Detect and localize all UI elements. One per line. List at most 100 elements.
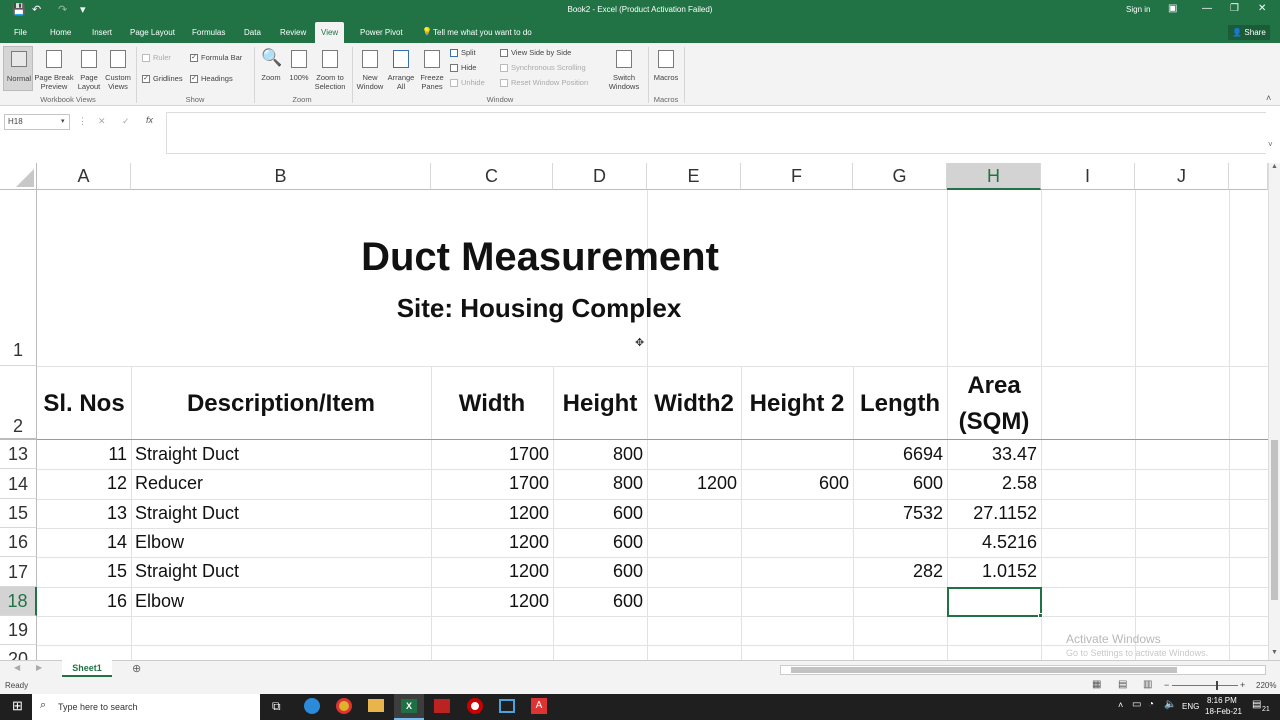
cell-height2[interactable] bbox=[741, 440, 853, 469]
header-width2[interactable]: Width2 bbox=[647, 390, 741, 418]
header-sqm[interactable]: (SQM) bbox=[947, 408, 1041, 436]
normal-view-button[interactable]: Normal bbox=[3, 46, 33, 91]
prev-sheet-icon[interactable]: ◀ bbox=[14, 663, 20, 672]
col-header-c[interactable]: C bbox=[431, 163, 553, 190]
formula-options-icon[interactable]: ⋮ bbox=[78, 116, 87, 127]
taskbar-search[interactable]: ⌕ Type here to search bbox=[32, 694, 260, 720]
record-icon[interactable] bbox=[467, 698, 483, 714]
restore-icon[interactable]: ❐ bbox=[1230, 3, 1239, 14]
col-header-h[interactable]: H bbox=[947, 163, 1041, 190]
col-header-a[interactable]: A bbox=[37, 163, 131, 190]
header-area[interactable]: Area bbox=[947, 372, 1041, 400]
scroll-down-icon[interactable]: ▼ bbox=[1271, 649, 1278, 656]
cell-area[interactable]: 33.47 bbox=[947, 440, 1041, 469]
ribbon-display-icon[interactable]: ▣ bbox=[1168, 3, 1177, 14]
zoom-slider[interactable] bbox=[1172, 685, 1238, 686]
header-sl-nos[interactable]: Sl. Nos bbox=[37, 390, 131, 418]
vertical-scrollbar[interactable]: ▲ ▼ bbox=[1268, 163, 1280, 660]
cell-area[interactable]: 27.1152 bbox=[947, 499, 1041, 528]
cell-width[interactable]: 1200 bbox=[431, 528, 553, 557]
tab-home[interactable]: Home bbox=[44, 22, 77, 43]
sheet-subtitle[interactable]: Site: Housing Complex bbox=[370, 293, 708, 324]
col-header-d[interactable]: D bbox=[553, 163, 647, 190]
fill-handle[interactable] bbox=[1038, 613, 1043, 618]
cell-height2[interactable] bbox=[741, 528, 853, 557]
header-height[interactable]: Height bbox=[553, 390, 647, 418]
task-view-icon[interactable]: ⧉ bbox=[272, 699, 281, 714]
scroll-up-icon[interactable]: ▲ bbox=[1271, 163, 1278, 170]
cell-area[interactable]: 4.5216 bbox=[947, 528, 1041, 557]
show-hidden-icons-icon[interactable]: ˄ bbox=[1118, 700, 1123, 710]
cell-width[interactable]: 1200 bbox=[431, 557, 553, 586]
synchronous-scrolling-button[interactable]: Synchronous Scrolling bbox=[500, 63, 586, 73]
cell-width2[interactable] bbox=[647, 528, 741, 557]
scroll-thumb[interactable] bbox=[1271, 440, 1278, 600]
unhide-button[interactable]: Unhide bbox=[450, 78, 485, 88]
horizontal-scrollbar[interactable] bbox=[780, 665, 1266, 675]
row-header-20[interactable]: 20 bbox=[0, 645, 37, 660]
cell-sl-no[interactable]: 16 bbox=[37, 587, 131, 616]
cell-width[interactable]: 1200 bbox=[431, 587, 553, 616]
app2-icon[interactable] bbox=[499, 699, 515, 713]
collapse-ribbon-icon[interactable]: ˄ bbox=[1266, 93, 1271, 103]
chrome-icon[interactable] bbox=[336, 698, 352, 714]
cell-height[interactable]: 600 bbox=[553, 587, 647, 616]
tab-file[interactable]: File bbox=[8, 22, 33, 43]
cell-area[interactable]: 2.58 bbox=[947, 469, 1041, 498]
arrange-all-button[interactable]: Arrange All bbox=[387, 46, 415, 91]
header-length[interactable]: Length bbox=[853, 390, 947, 418]
tab-page-layout[interactable]: Page Layout bbox=[124, 22, 181, 43]
cell-height2[interactable]: 600 bbox=[741, 469, 853, 498]
formula-bar-checkbox[interactable]: ✓ Formula Bar bbox=[190, 53, 242, 63]
clock-date[interactable]: 18-Feb-21 bbox=[1205, 707, 1242, 716]
cell-description[interactable]: Elbow bbox=[131, 528, 431, 557]
close-icon[interactable]: ✕ bbox=[1258, 3, 1266, 14]
cell-height2[interactable] bbox=[741, 587, 853, 616]
cell-length[interactable]: 6694 bbox=[853, 440, 947, 469]
hide-button[interactable]: Hide bbox=[450, 63, 476, 73]
macros-button[interactable]: Macros bbox=[652, 46, 680, 91]
col-header-i[interactable]: I bbox=[1041, 163, 1135, 190]
ruler-checkbox[interactable]: Ruler bbox=[142, 53, 171, 63]
col-header-f[interactable]: F bbox=[741, 163, 853, 190]
col-header-b[interactable]: B bbox=[131, 163, 431, 190]
network-icon[interactable]: ▭ bbox=[1132, 699, 1141, 710]
cell-length[interactable] bbox=[853, 587, 947, 616]
sheet-title[interactable]: Duct Measurement bbox=[352, 235, 728, 280]
zoom-100-button[interactable]: 100% bbox=[286, 46, 312, 91]
acrobat-icon[interactable]: A bbox=[531, 698, 547, 714]
freeze-panes-button[interactable]: Freeze Panes bbox=[418, 46, 446, 91]
insert-function-icon[interactable]: fx bbox=[146, 115, 153, 125]
wifi-icon[interactable]: ◔ bbox=[1148, 699, 1154, 710]
page-layout-button[interactable]: Page Layout bbox=[76, 46, 102, 91]
view-side-by-side-button[interactable]: View Side by Side bbox=[500, 48, 571, 58]
normal-view-status-icon[interactable]: ▦ bbox=[1092, 679, 1101, 690]
active-cell-h18[interactable] bbox=[947, 587, 1042, 617]
next-sheet-icon[interactable]: ▶ bbox=[36, 663, 42, 672]
cell-height[interactable]: 600 bbox=[553, 499, 647, 528]
zoom-in-icon[interactable]: + bbox=[1240, 680, 1245, 690]
row-header-19[interactable]: 19 bbox=[0, 616, 37, 645]
custom-views-button[interactable]: Custom Views bbox=[104, 46, 132, 91]
cell-width[interactable]: 1700 bbox=[431, 469, 553, 498]
row-header-2[interactable]: 2 bbox=[0, 366, 37, 440]
cell-height[interactable]: 800 bbox=[553, 469, 647, 498]
cell-length[interactable] bbox=[853, 528, 947, 557]
cell-height[interactable]: 600 bbox=[553, 528, 647, 557]
notification-icon[interactable]: ▤ bbox=[1252, 699, 1261, 710]
expand-formula-bar-icon[interactable]: ˅ bbox=[1268, 140, 1273, 149]
col-header-j[interactable]: J bbox=[1135, 163, 1229, 190]
tab-data[interactable]: Data bbox=[238, 22, 267, 43]
reset-window-position-button[interactable]: Reset Window Position bbox=[500, 78, 588, 88]
cell-height2[interactable] bbox=[741, 557, 853, 586]
formula-input[interactable] bbox=[166, 112, 1266, 154]
gridlines-checkbox[interactable]: ✓ Gridlines bbox=[142, 74, 183, 84]
zoom-to-selection-button[interactable]: Zoom to Selection bbox=[312, 46, 348, 91]
tab-formulas[interactable]: Formulas bbox=[186, 22, 231, 43]
cell-height2[interactable] bbox=[741, 499, 853, 528]
row-header-18[interactable]: 18 bbox=[0, 587, 37, 616]
tab-view[interactable]: View bbox=[315, 22, 345, 43]
col-header-e[interactable]: E bbox=[647, 163, 741, 190]
row-header-16[interactable]: 16 bbox=[0, 528, 37, 557]
cell-width2[interactable] bbox=[647, 440, 741, 469]
